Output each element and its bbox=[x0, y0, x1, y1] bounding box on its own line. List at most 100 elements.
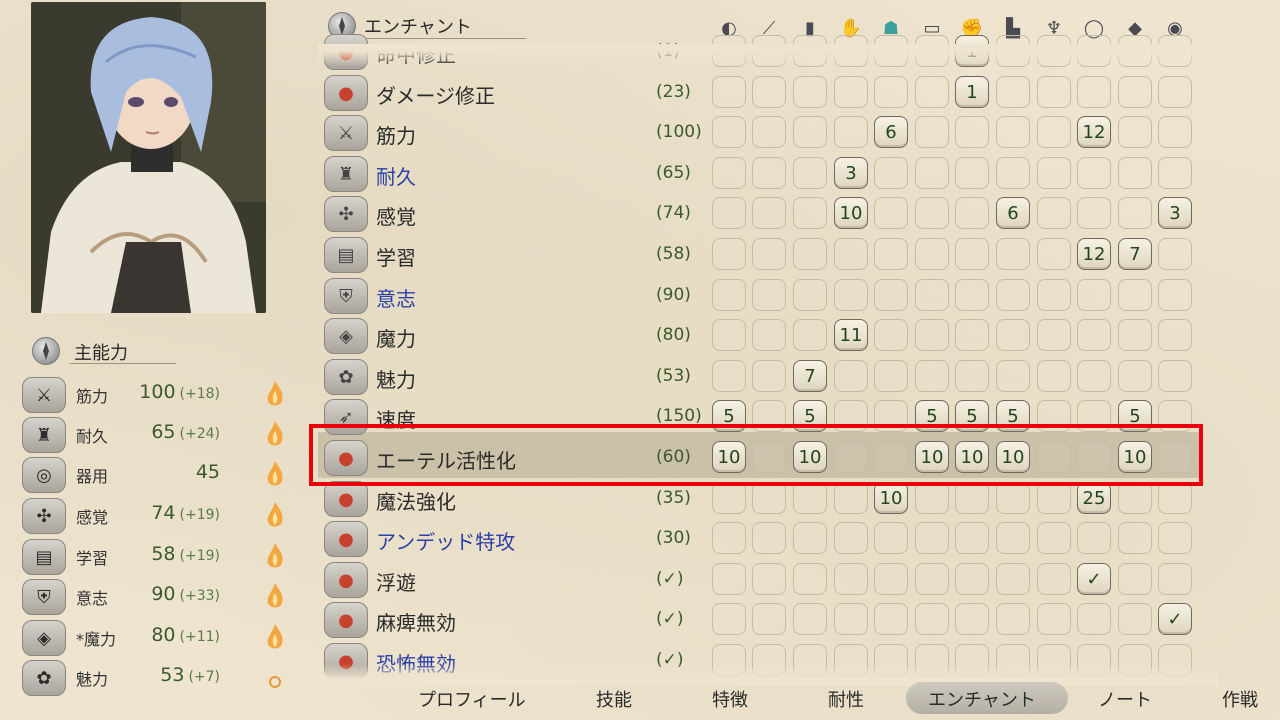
stat-name: 筋力 bbox=[76, 387, 109, 406]
enchant-cell bbox=[793, 197, 827, 229]
enchant-cell bbox=[712, 116, 746, 148]
stat-value-number: 100 bbox=[139, 381, 176, 403]
enchant-cell: 7 bbox=[793, 360, 827, 392]
enchant-name: 耐久 bbox=[376, 165, 416, 189]
enchant-cell bbox=[1077, 157, 1111, 189]
stat-value: 100 (+18) bbox=[139, 381, 220, 403]
shield-icon: ⛨ bbox=[22, 579, 66, 615]
enchant-row[interactable]: ▤ 学習 (58) 12 7 bbox=[322, 235, 1202, 275]
enchant-cell: ✓ bbox=[1077, 563, 1111, 595]
enchant-name: 浮遊 bbox=[376, 571, 416, 595]
enchant-cell bbox=[996, 522, 1030, 554]
enchant-cell bbox=[874, 563, 908, 595]
enchant-icon: ⛨ bbox=[324, 278, 368, 314]
enchant-cell bbox=[752, 522, 786, 554]
enchant-cell bbox=[712, 279, 746, 311]
enchant-cell: 11 bbox=[834, 319, 868, 351]
ring-icon: ◎ bbox=[22, 457, 66, 493]
enchant-cell bbox=[915, 197, 949, 229]
enchant-cell bbox=[996, 603, 1030, 635]
enchant-cell bbox=[996, 116, 1030, 148]
stat-row[interactable]: ⛨ 意志 90 (+33) bbox=[22, 577, 292, 615]
tab-4[interactable]: エンチャント bbox=[928, 686, 1036, 712]
enchant-cell bbox=[915, 482, 949, 514]
enchant-cell bbox=[955, 157, 989, 189]
enchant-cell bbox=[1037, 238, 1071, 270]
enchant-cell bbox=[752, 238, 786, 270]
stat-value: 90 (+33) bbox=[151, 583, 220, 605]
enchant-cell bbox=[874, 360, 908, 392]
enchant-cell bbox=[915, 238, 949, 270]
stat-value: 58 (+19) bbox=[151, 543, 220, 565]
enchant-cell bbox=[793, 319, 827, 351]
enchant-total: (35) bbox=[656, 488, 691, 508]
stat-row[interactable]: ♜ 耐久 65 (+24) bbox=[22, 415, 292, 453]
stat-row[interactable]: ✿ 魅力 53 (+7) bbox=[22, 658, 292, 696]
enchant-cell bbox=[955, 319, 989, 351]
enchant-cell bbox=[793, 563, 827, 595]
enchant-cell bbox=[752, 482, 786, 514]
enchant-cell bbox=[874, 238, 908, 270]
enchant-cell bbox=[955, 279, 989, 311]
enchant-cell bbox=[793, 157, 827, 189]
enchant-cell bbox=[915, 116, 949, 148]
enchant-cell bbox=[712, 603, 746, 635]
enchant-cell bbox=[1118, 197, 1152, 229]
enchant-cell bbox=[1077, 279, 1111, 311]
enchant-row[interactable]: ● 麻痺無効 (✓) ✓ bbox=[322, 600, 1202, 640]
stat-row[interactable]: ◈ *魔力 80 (+11) bbox=[22, 618, 292, 656]
stat-value: 65 (+24) bbox=[151, 421, 220, 443]
stat-row[interactable]: ◎ 器用 45 bbox=[22, 455, 292, 493]
enchant-cell bbox=[874, 279, 908, 311]
tab-6[interactable]: 作戦 bbox=[1222, 686, 1258, 712]
enchant-row[interactable]: ⚔ 筋力 (100) 6 12 bbox=[322, 113, 1202, 153]
enchant-cell bbox=[712, 482, 746, 514]
enchant-cell bbox=[793, 238, 827, 270]
enchant-icon: ● bbox=[324, 562, 368, 598]
enchant-row[interactable]: ✣ 感覚 (74) 10 6 3 bbox=[322, 194, 1202, 234]
enchant-row[interactable]: ● 浮遊 (✓) ✓ bbox=[322, 560, 1202, 600]
enchant-icon: ▤ bbox=[324, 237, 368, 273]
enchant-row[interactable]: ● ダメージ修正 (23) 1 bbox=[322, 73, 1202, 113]
potential-dot-icon bbox=[264, 662, 286, 692]
enchant-total: (58) bbox=[656, 244, 691, 264]
enchant-cell bbox=[1037, 76, 1071, 108]
tab-0[interactable]: プロフィール bbox=[418, 686, 526, 712]
stat-name: 感覚 bbox=[76, 508, 109, 527]
enchant-cell bbox=[996, 279, 1030, 311]
enchant-row[interactable]: ● アンデッド特攻 (30) bbox=[322, 519, 1202, 559]
enchant-cell: 25 bbox=[1077, 482, 1111, 514]
enchant-cell bbox=[1158, 279, 1192, 311]
enchant-cell: 12 bbox=[1077, 238, 1111, 270]
enchant-row[interactable]: ⛨ 意志 (90) bbox=[322, 276, 1202, 316]
tab-5[interactable]: ノート bbox=[1098, 686, 1152, 712]
stat-value-number: 90 bbox=[151, 583, 176, 605]
enchant-cell bbox=[1037, 197, 1071, 229]
potential-flame-icon bbox=[264, 622, 286, 652]
potential-flame-icon bbox=[264, 379, 286, 409]
enchant-icon: ✣ bbox=[324, 196, 368, 232]
enchant-cell bbox=[712, 319, 746, 351]
tab-1[interactable]: 技能 bbox=[596, 686, 632, 712]
tab-2[interactable]: 特徴 bbox=[712, 686, 748, 712]
enchant-row[interactable]: ✿ 魅力 (53) 7 bbox=[322, 357, 1202, 397]
enchant-cell bbox=[1077, 319, 1111, 351]
tab-3[interactable]: 耐性 bbox=[828, 686, 864, 712]
enchant-icon: ✿ bbox=[324, 359, 368, 395]
stat-row[interactable]: ✣ 感覚 74 (+19) bbox=[22, 496, 292, 534]
enchant-cell bbox=[793, 76, 827, 108]
enchant-cell: 6 bbox=[874, 116, 908, 148]
enchant-cell bbox=[834, 116, 868, 148]
book-icon: ▤ bbox=[22, 539, 66, 575]
enchant-cell bbox=[1077, 76, 1111, 108]
stat-name: 耐久 bbox=[76, 427, 109, 446]
enchant-cell: 10 bbox=[874, 482, 908, 514]
enchant-cell bbox=[834, 76, 868, 108]
enchant-cell bbox=[793, 482, 827, 514]
stat-row[interactable]: ▤ 学習 58 (+19) bbox=[22, 537, 292, 575]
stat-row[interactable]: ⚔ 筋力 100 (+18) bbox=[22, 375, 292, 413]
enchant-row[interactable]: ♜ 耐久 (65) 3 bbox=[322, 154, 1202, 194]
stat-bonus: (+7) bbox=[188, 669, 220, 685]
enchant-cell bbox=[1037, 522, 1071, 554]
enchant-row[interactable]: ◈ 魔力 (80) 11 bbox=[322, 316, 1202, 356]
